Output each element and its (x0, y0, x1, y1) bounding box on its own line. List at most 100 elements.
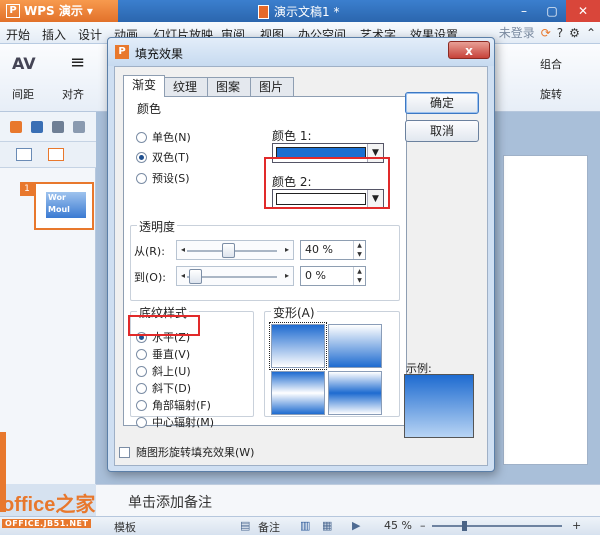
radio-circle[interactable] (136, 131, 147, 143)
slide-thumbnail[interactable]: Wor Moul (34, 182, 94, 230)
tab-texture[interactable]: 纹理 (164, 77, 208, 97)
zoom-slider[interactable] (432, 525, 562, 527)
from-slider[interactable]: ◂ ▸ (176, 240, 294, 260)
radio-from-center-label[interactable]: 中心辐射(M) (152, 414, 214, 430)
variant-swatch-4[interactable] (328, 371, 382, 415)
radio-preset-label[interactable]: 预设(S) (152, 170, 190, 186)
rotate-with-shape-option[interactable]: 随图形旋转填充效果(W) (119, 444, 254, 460)
menu-design[interactable]: 设计 (78, 26, 102, 43)
radio-one-color[interactable]: 单色(N) (136, 129, 191, 145)
collapse-ribbon-icon[interactable]: ⌃ (586, 26, 596, 40)
radio-from-center[interactable]: 中心辐射(M) (136, 414, 214, 430)
ok-button[interactable]: 确定 (405, 92, 479, 114)
ribbon-spacing-label[interactable]: 间距 (12, 86, 34, 102)
notes-icon[interactable]: ▤ (240, 519, 250, 532)
ribbon-align-label[interactable]: 对齐 (62, 86, 84, 102)
radio-circle[interactable] (136, 416, 147, 428)
to-spin-input[interactable]: 0 % ▲ ▼ (300, 266, 366, 286)
radio-two-colors-label[interactable]: 双色(T) (152, 149, 189, 165)
radio-circle[interactable] (136, 382, 147, 394)
preview-icon[interactable] (73, 121, 85, 133)
notes-toggle-label[interactable]: 备注 (258, 519, 280, 535)
radio-diagonal-down[interactable]: 斜下(D) (136, 380, 191, 396)
ribbon-rotate-label[interactable]: 旋转 (540, 86, 562, 102)
align-icon[interactable]: ≡ (70, 54, 85, 72)
colors-group-label: 颜色 (135, 100, 164, 117)
notes-placeholder[interactable]: 单击添加备注 (128, 492, 212, 512)
tab-gradient[interactable]: 渐变 (123, 75, 165, 97)
slide-thumbnail-wordart: Wor Moul (46, 192, 86, 218)
document-title-text: 演示文稿1 * (274, 5, 340, 19)
radio-vertical[interactable]: 垂直(V) (136, 346, 190, 362)
normal-view-icon[interactable]: ▥ (300, 519, 310, 532)
tab-pattern[interactable]: 图案 (207, 77, 251, 97)
sync-icon[interactable]: ⟳ (541, 26, 551, 40)
zoom-level[interactable]: 45 % (384, 519, 412, 532)
from-spin-input[interactable]: 40 % ▲ ▼ (300, 240, 366, 260)
template-label[interactable]: 模板 (114, 519, 136, 535)
close-icon[interactable]: ✕ (566, 0, 600, 22)
folder-icon[interactable] (10, 121, 22, 133)
maximize-icon[interactable]: ▢ (538, 0, 566, 22)
save-icon[interactable] (31, 121, 43, 133)
slider-right-arrow-icon[interactable]: ▸ (282, 244, 292, 256)
to-slider[interactable]: ◂ ▸ (176, 266, 294, 286)
rotate-with-shape-checkbox[interactable] (119, 446, 130, 458)
outline-tab-icon[interactable] (16, 148, 32, 161)
rotate-with-shape-label[interactable]: 随图形旋转填充效果(W) (136, 444, 254, 460)
sorter-view-icon[interactable]: ▦ (322, 519, 332, 532)
radio-circle[interactable] (136, 348, 147, 360)
radio-diagonal-up[interactable]: 斜上(U) (136, 363, 191, 379)
variant-swatch-1[interactable] (269, 322, 327, 370)
slide-canvas[interactable] (503, 155, 588, 465)
minimize-icon[interactable]: – (510, 0, 538, 22)
watermark-sub: OFFICE.JB51.NET (2, 519, 92, 528)
radio-from-corner[interactable]: 角部辐射(F) (136, 397, 211, 413)
radio-circle-selected[interactable] (136, 151, 147, 163)
settings-icon[interactable]: ⚙ (569, 26, 580, 40)
dialog-app-icon: P (115, 45, 129, 59)
dialog-titlebar[interactable]: P 填充效果 x (108, 38, 494, 66)
slides-tab-icon[interactable] (48, 148, 64, 161)
radio-circle[interactable] (136, 365, 147, 377)
from-slider-thumb[interactable] (222, 243, 235, 258)
char-spacing-icon[interactable]: AV (12, 54, 36, 73)
zoom-in-icon[interactable]: + (572, 519, 581, 532)
zoom-slider-thumb[interactable] (462, 521, 467, 531)
to-value[interactable]: 0 % (305, 269, 326, 282)
variant-swatch-2[interactable] (328, 324, 382, 368)
ribbon-group-label[interactable]: 组合 (540, 56, 562, 72)
radio-two-colors[interactable]: 双色(T) (136, 149, 189, 165)
help-icon[interactable]: ? (557, 26, 563, 40)
variant-swatch-3[interactable] (271, 371, 325, 415)
cancel-button[interactable]: 取消 (405, 120, 479, 142)
menu-home[interactable]: 开始 (6, 26, 30, 43)
radio-diagonal-down-label[interactable]: 斜下(D) (152, 380, 191, 396)
print-icon[interactable] (52, 121, 64, 133)
tab-picture[interactable]: 图片 (250, 77, 294, 97)
menu-insert[interactable]: 插入 (42, 26, 66, 43)
to-slider-thumb[interactable] (189, 269, 202, 284)
spin-arrows-icon[interactable]: ▲ ▼ (353, 267, 365, 285)
radio-vertical-label[interactable]: 垂直(V) (152, 346, 190, 362)
radio-diagonal-up-label[interactable]: 斜上(U) (152, 363, 191, 379)
document-icon (258, 4, 269, 19)
radio-preset[interactable]: 预设(S) (136, 170, 190, 186)
radio-circle[interactable] (136, 399, 147, 411)
slider-right-arrow-icon[interactable]: ▸ (282, 270, 292, 282)
login-status[interactable]: 未登录 (499, 24, 535, 41)
site-watermark: office之家 OFFICE.JB51.NET (2, 494, 95, 529)
spin-arrows-icon[interactable]: ▲ ▼ (353, 241, 365, 259)
dialog-close-button[interactable]: x (448, 41, 490, 59)
from-value[interactable]: 40 % (305, 243, 333, 256)
zoom-out-icon[interactable]: – (420, 519, 426, 532)
wps-app-menu-button[interactable]: P WPS 演示 ▾ (0, 0, 118, 22)
radio-from-corner-label[interactable]: 角部辐射(F) (152, 397, 211, 413)
play-icon[interactable]: ▶ (352, 519, 360, 532)
chevron-down-icon: ▾ (86, 4, 93, 18)
radio-one-color-label[interactable]: 单色(N) (152, 129, 191, 145)
notes-pane[interactable]: 单击添加备注 (96, 484, 600, 516)
menu-right-area: 未登录 ⟳ ? ⚙ ⌃ (499, 24, 596, 41)
slide-number: 1 (20, 182, 34, 196)
radio-circle[interactable] (136, 172, 147, 184)
